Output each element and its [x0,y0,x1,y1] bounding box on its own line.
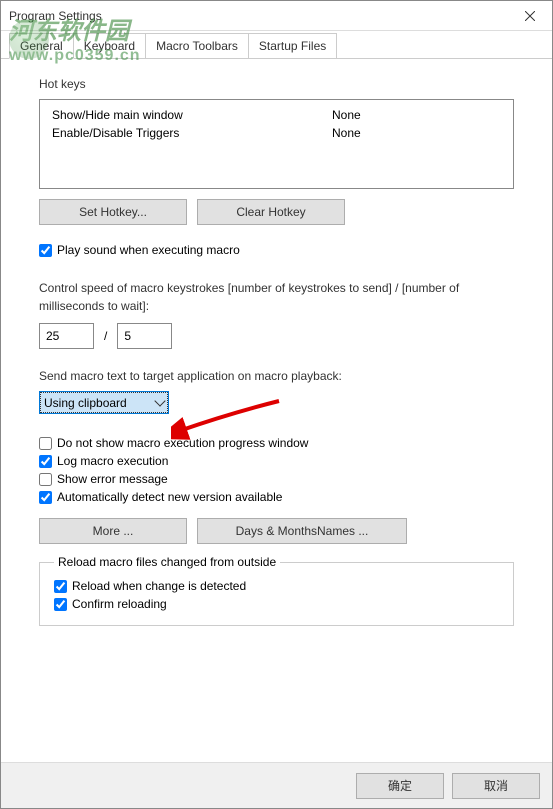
confirm-reload-checkbox[interactable]: Confirm reloading [54,597,499,611]
play-sound-checkbox[interactable]: Play sound when executing macro [39,243,514,257]
hotkey-buttons: Set Hotkey... Clear Hotkey [39,199,514,225]
speed-label: Control speed of macro keystrokes [numbe… [39,279,514,315]
more-button[interactable]: More ... [39,518,187,544]
hotkey-row[interactable]: Show/Hide main window None [40,106,513,124]
reload-detect-label: Reload when change is detected [72,579,246,593]
auto-detect-check[interactable] [39,491,52,504]
tab-general[interactable]: General [9,33,74,59]
tab-bar: General Keyboard Macro Toolbars Startup … [1,31,552,59]
auto-detect-label: Automatically detect new version availab… [57,490,282,504]
keystrokes-input[interactable] [39,323,94,349]
milliseconds-input[interactable] [117,323,172,349]
ok-button[interactable]: 确定 [356,773,444,799]
footer: 确定 取消 [1,762,552,808]
log-execution-check[interactable] [39,455,52,468]
play-sound-check[interactable] [39,244,52,257]
confirm-reload-label: Confirm reloading [72,597,167,611]
speed-inputs: / [39,323,514,349]
hotkey-value: None [332,126,501,140]
no-progress-check[interactable] [39,437,52,450]
hotkey-name: Show/Hide main window [52,108,332,122]
titlebar: Program Settings [1,1,552,31]
tab-startup-files[interactable]: Startup Files [248,33,337,58]
play-sound-label: Play sound when executing macro [57,243,240,257]
reload-detect-checkbox[interactable]: Reload when change is detected [54,579,499,593]
show-error-check[interactable] [39,473,52,486]
speed-sep: / [104,329,107,343]
send-macro-combo[interactable]: Using clipboard [39,391,169,414]
no-progress-label: Do not show macro execution progress win… [57,436,308,450]
show-error-checkbox[interactable]: Show error message [39,472,514,486]
hotkey-value: None [332,108,501,122]
reload-detect-check[interactable] [54,580,67,593]
window-title: Program Settings [9,9,102,23]
send-macro-label: Send macro text to target application on… [39,369,514,383]
cancel-button[interactable]: 取消 [452,773,540,799]
days-months-button[interactable]: Days & MonthsNames ... [197,518,407,544]
log-execution-checkbox[interactable]: Log macro execution [39,454,514,468]
show-error-label: Show error message [57,472,168,486]
extra-buttons: More ... Days & MonthsNames ... [39,518,514,544]
auto-detect-checkbox[interactable]: Automatically detect new version availab… [39,490,514,504]
no-progress-checkbox[interactable]: Do not show macro execution progress win… [39,436,514,450]
hotkey-name: Enable/Disable Triggers [52,126,332,140]
log-execution-label: Log macro execution [57,454,168,468]
reload-fieldset: Reload macro files changed from outside … [39,562,514,626]
chevron-down-icon [154,395,165,406]
clear-hotkey-button[interactable]: Clear Hotkey [197,199,345,225]
close-button[interactable] [507,1,552,31]
hotkey-row[interactable]: Enable/Disable Triggers None [40,124,513,142]
reload-legend: Reload macro files changed from outside [54,555,280,569]
hotkey-list[interactable]: Show/Hide main window None Enable/Disabl… [39,99,514,189]
set-hotkey-button[interactable]: Set Hotkey... [39,199,187,225]
content-area: Hot keys Show/Hide main window None Enab… [1,59,552,636]
tab-keyboard[interactable]: Keyboard [73,33,146,58]
combo-text: Using clipboard [44,396,127,410]
tab-macro-toolbars[interactable]: Macro Toolbars [145,33,249,58]
confirm-reload-check[interactable] [54,598,67,611]
hotkeys-label: Hot keys [39,77,514,91]
